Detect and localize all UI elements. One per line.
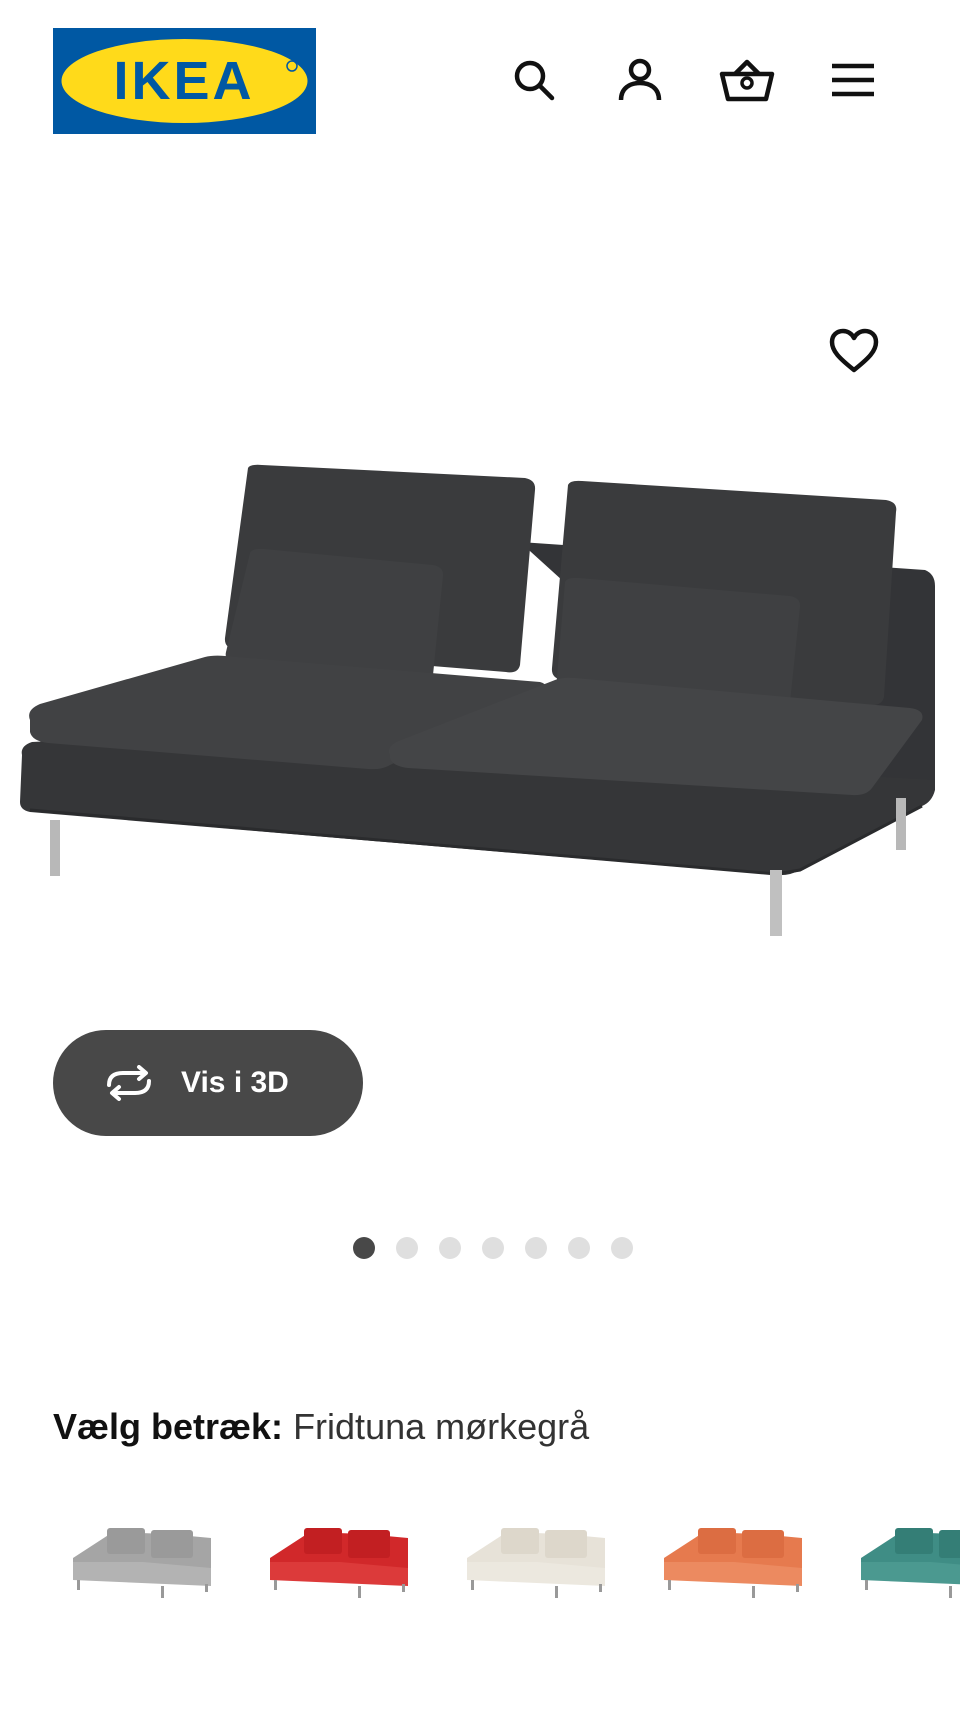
swatch-orange[interactable] — [664, 1520, 824, 1630]
heart-icon[interactable] — [825, 322, 883, 380]
swatch-red[interactable] — [270, 1520, 430, 1630]
pagination-dot-3[interactable] — [439, 1237, 461, 1259]
rotate-icon — [101, 1063, 161, 1103]
view-3d-button[interactable]: Vis i 3D — [53, 1030, 363, 1136]
pagination-dot-5[interactable] — [525, 1237, 547, 1259]
cover-selected-value: Fridtuna mørkegrå — [293, 1406, 590, 1447]
pagination-dot-6[interactable] — [568, 1237, 590, 1259]
cover-selection-label: Vælg betræk: Fridtuna mørkegrå — [53, 1405, 589, 1449]
pagination-dot-7[interactable] — [611, 1237, 633, 1259]
pagination-dot-4[interactable] — [482, 1237, 504, 1259]
menu-icon[interactable] — [825, 52, 881, 108]
cover-swatches — [63, 1520, 960, 1630]
sofa-image — [20, 464, 935, 936]
pagination-dot-2[interactable] — [396, 1237, 418, 1259]
search-icon[interactable] — [506, 52, 562, 108]
user-icon[interactable] — [612, 52, 668, 108]
swatch-grey[interactable] — [73, 1520, 233, 1630]
swatch-teal[interactable] — [861, 1520, 960, 1630]
basket-icon[interactable] — [719, 52, 775, 108]
cover-label-title: Vælg betræk: — [53, 1406, 284, 1447]
view-3d-label: Vis i 3D — [181, 1066, 289, 1099]
svg-text:IKEA: IKEA — [113, 51, 254, 111]
swatch-beige[interactable] — [467, 1520, 627, 1630]
header: IKEA — [0, 0, 960, 165]
ikea-logo[interactable]: IKEA — [53, 28, 316, 134]
pagination-dot-1[interactable] — [353, 1237, 375, 1259]
gallery-pagination — [0, 1237, 960, 1261]
